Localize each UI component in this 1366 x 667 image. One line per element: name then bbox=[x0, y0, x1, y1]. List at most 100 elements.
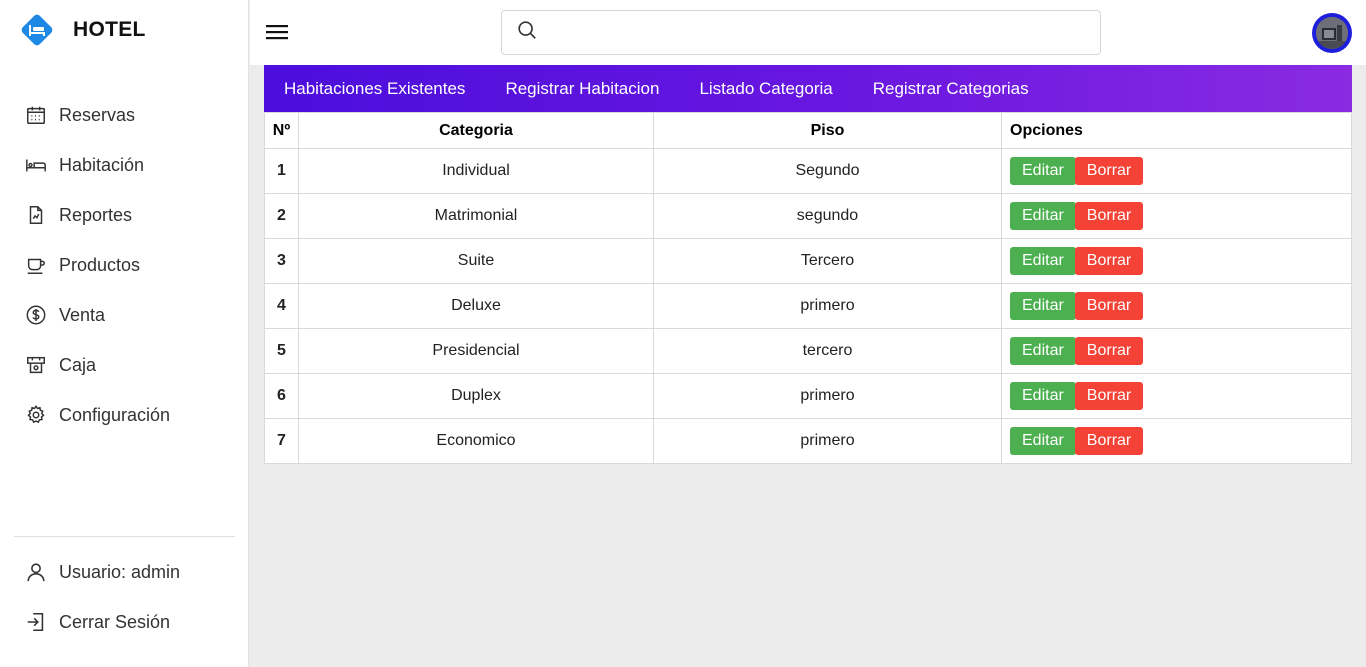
cell-categoria: Suite bbox=[298, 238, 654, 284]
bed-icon bbox=[24, 153, 48, 177]
edit-button[interactable]: Editar bbox=[1010, 427, 1076, 455]
table-row: 7 Economico primero Editar Borrar bbox=[264, 418, 1352, 464]
table-row: 2 Matrimonial segundo Editar Borrar bbox=[264, 193, 1352, 239]
cell-piso: Segundo bbox=[653, 148, 1002, 194]
cell-piso: Tercero bbox=[653, 238, 1002, 284]
cup-icon bbox=[24, 253, 48, 277]
sidebar: HOTEL Reservas Habitación Reportes Produ… bbox=[0, 0, 249, 667]
sidebar-nav: Reservas Habitación Reportes Productos V… bbox=[0, 90, 249, 440]
sidebar-item-label: Reportes bbox=[59, 204, 133, 225]
cell-num: 5 bbox=[264, 328, 299, 374]
sidebar-item-label: Productos bbox=[59, 254, 141, 275]
delete-button[interactable]: Borrar bbox=[1074, 382, 1144, 410]
sidebar-item-configuracion[interactable]: Configuración bbox=[0, 390, 249, 440]
cell-piso: segundo bbox=[653, 193, 1002, 239]
column-header-categoria: Categoria bbox=[298, 112, 654, 149]
sidebar-item-label: Venta bbox=[59, 304, 106, 325]
avatar-image bbox=[1316, 17, 1348, 49]
cell-num: 1 bbox=[264, 148, 299, 194]
delete-button[interactable]: Borrar bbox=[1074, 157, 1144, 185]
cell-piso: primero bbox=[653, 373, 1002, 419]
brand[interactable]: HOTEL bbox=[18, 12, 146, 48]
sidebar-item-productos[interactable]: Productos bbox=[0, 240, 249, 290]
cell-opciones: Editar Borrar bbox=[1001, 373, 1352, 419]
table-header-row: Nº Categoria Piso Opciones bbox=[264, 112, 1352, 149]
category-tabs: Habitaciones Existentes Registrar Habita… bbox=[264, 65, 1352, 112]
delete-button[interactable]: Borrar bbox=[1074, 427, 1144, 455]
category-table-container: Nº Categoria Piso Opciones 1 Individual … bbox=[264, 112, 1352, 464]
calendar-icon bbox=[24, 103, 48, 127]
delete-button[interactable]: Borrar bbox=[1074, 292, 1144, 320]
gear-icon bbox=[24, 403, 48, 427]
report-icon bbox=[24, 203, 48, 227]
delete-button[interactable]: Borrar bbox=[1074, 247, 1144, 275]
sidebar-item-reportes[interactable]: Reportes bbox=[0, 190, 249, 240]
sidebar-item-usuario[interactable]: Usuario: admin bbox=[0, 547, 249, 597]
cell-num: 4 bbox=[264, 283, 299, 329]
sidebar-item-label: Habitación bbox=[59, 154, 145, 175]
category-table: Nº Categoria Piso Opciones 1 Individual … bbox=[264, 112, 1352, 464]
user-icon bbox=[24, 560, 48, 584]
search-box bbox=[501, 10, 1101, 55]
table-row: 6 Duplex primero Editar Borrar bbox=[264, 373, 1352, 419]
sidebar-item-label: Reservas bbox=[59, 104, 136, 125]
tab-listado-categoria[interactable]: Listado Categoria bbox=[699, 79, 832, 99]
sidebar-item-label: Cerrar Sesión bbox=[59, 611, 171, 632]
cell-num: 7 bbox=[264, 418, 299, 464]
tab-registrar-categorias[interactable]: Registrar Categorias bbox=[873, 79, 1029, 99]
sidebar-item-label: Caja bbox=[59, 354, 97, 375]
edit-button[interactable]: Editar bbox=[1010, 247, 1076, 275]
cell-piso: tercero bbox=[653, 328, 1002, 374]
tab-habitaciones-existentes[interactable]: Habitaciones Existentes bbox=[284, 79, 465, 99]
topbar bbox=[250, 0, 1366, 65]
sidebar-divider bbox=[14, 536, 235, 537]
cell-categoria: Presidencial bbox=[298, 328, 654, 374]
cash-register-icon bbox=[24, 353, 48, 377]
dollar-icon bbox=[24, 303, 48, 327]
cell-num: 2 bbox=[264, 193, 299, 239]
cell-opciones: Editar Borrar bbox=[1001, 148, 1352, 194]
table-row: 3 Suite Tercero Editar Borrar bbox=[264, 238, 1352, 284]
sidebar-item-caja[interactable]: Caja bbox=[0, 340, 249, 390]
cell-opciones: Editar Borrar bbox=[1001, 283, 1352, 329]
sidebar-item-cerrar-sesion[interactable]: Cerrar Sesión bbox=[0, 597, 249, 647]
column-header-num: Nº bbox=[264, 112, 299, 149]
sidebar-item-reservas[interactable]: Reservas bbox=[0, 90, 249, 140]
search-input[interactable] bbox=[548, 17, 1100, 48]
hotel-logo-icon bbox=[18, 11, 56, 49]
delete-button[interactable]: Borrar bbox=[1074, 337, 1144, 365]
column-header-opciones: Opciones bbox=[1001, 112, 1352, 149]
hamburger-menu-icon[interactable] bbox=[264, 20, 290, 44]
cell-categoria: Duplex bbox=[298, 373, 654, 419]
cell-piso: primero bbox=[653, 418, 1002, 464]
sidebar-item-venta[interactable]: Venta bbox=[0, 290, 249, 340]
edit-button[interactable]: Editar bbox=[1010, 382, 1076, 410]
logout-icon bbox=[24, 610, 48, 634]
cell-categoria: Matrimonial bbox=[298, 193, 654, 239]
column-header-piso: Piso bbox=[653, 112, 1002, 149]
cell-num: 6 bbox=[264, 373, 299, 419]
delete-button[interactable]: Borrar bbox=[1074, 202, 1144, 230]
sidebar-bottom-nav: Usuario: admin Cerrar Sesión bbox=[0, 547, 249, 647]
cell-categoria: Deluxe bbox=[298, 283, 654, 329]
sidebar-item-habitacion[interactable]: Habitación bbox=[0, 140, 249, 190]
cell-opciones: Editar Borrar bbox=[1001, 193, 1352, 239]
search-icon[interactable] bbox=[516, 19, 538, 46]
edit-button[interactable]: Editar bbox=[1010, 202, 1076, 230]
sidebar-item-label: Usuario: admin bbox=[59, 561, 181, 582]
edit-button[interactable]: Editar bbox=[1010, 337, 1076, 365]
edit-button[interactable]: Editar bbox=[1010, 157, 1076, 185]
cell-num: 3 bbox=[264, 238, 299, 284]
cell-opciones: Editar Borrar bbox=[1001, 418, 1352, 464]
table-row: 5 Presidencial tercero Editar Borrar bbox=[264, 328, 1352, 374]
cell-categoria: Individual bbox=[298, 148, 654, 194]
edit-button[interactable]: Editar bbox=[1010, 292, 1076, 320]
cell-opciones: Editar Borrar bbox=[1001, 238, 1352, 284]
app-title: HOTEL bbox=[73, 18, 146, 41]
avatar[interactable] bbox=[1312, 13, 1352, 53]
cell-piso: primero bbox=[653, 283, 1002, 329]
table-row: 4 Deluxe primero Editar Borrar bbox=[264, 283, 1352, 329]
tab-registrar-habitacion[interactable]: Registrar Habitacion bbox=[505, 79, 659, 99]
table-row: 1 Individual Segundo Editar Borrar bbox=[264, 148, 1352, 194]
cell-opciones: Editar Borrar bbox=[1001, 328, 1352, 374]
